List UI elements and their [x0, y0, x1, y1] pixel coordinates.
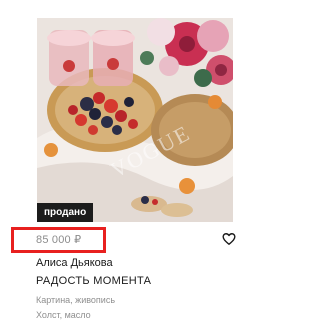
- artwork-category: Картина, живопись: [36, 295, 116, 305]
- painting-illustration: VOGUE: [37, 18, 233, 222]
- artwork-title[interactable]: РАДОСТЬ МОМЕНТА: [36, 275, 151, 287]
- artwork-medium: Холст, масло: [36, 310, 91, 320]
- artist-name[interactable]: Алиса Дьякова: [36, 257, 113, 269]
- heart-icon[interactable]: [222, 232, 236, 246]
- price: 85 000 ₽: [36, 234, 82, 246]
- favorite-button[interactable]: [222, 232, 236, 246]
- product-card[interactable]: VOGUE продано 85 000 ₽ Алиса Дьякова РАД…: [0, 0, 257, 325]
- sold-badge: продано: [37, 203, 94, 222]
- artwork-image[interactable]: VOGUE: [37, 18, 233, 222]
